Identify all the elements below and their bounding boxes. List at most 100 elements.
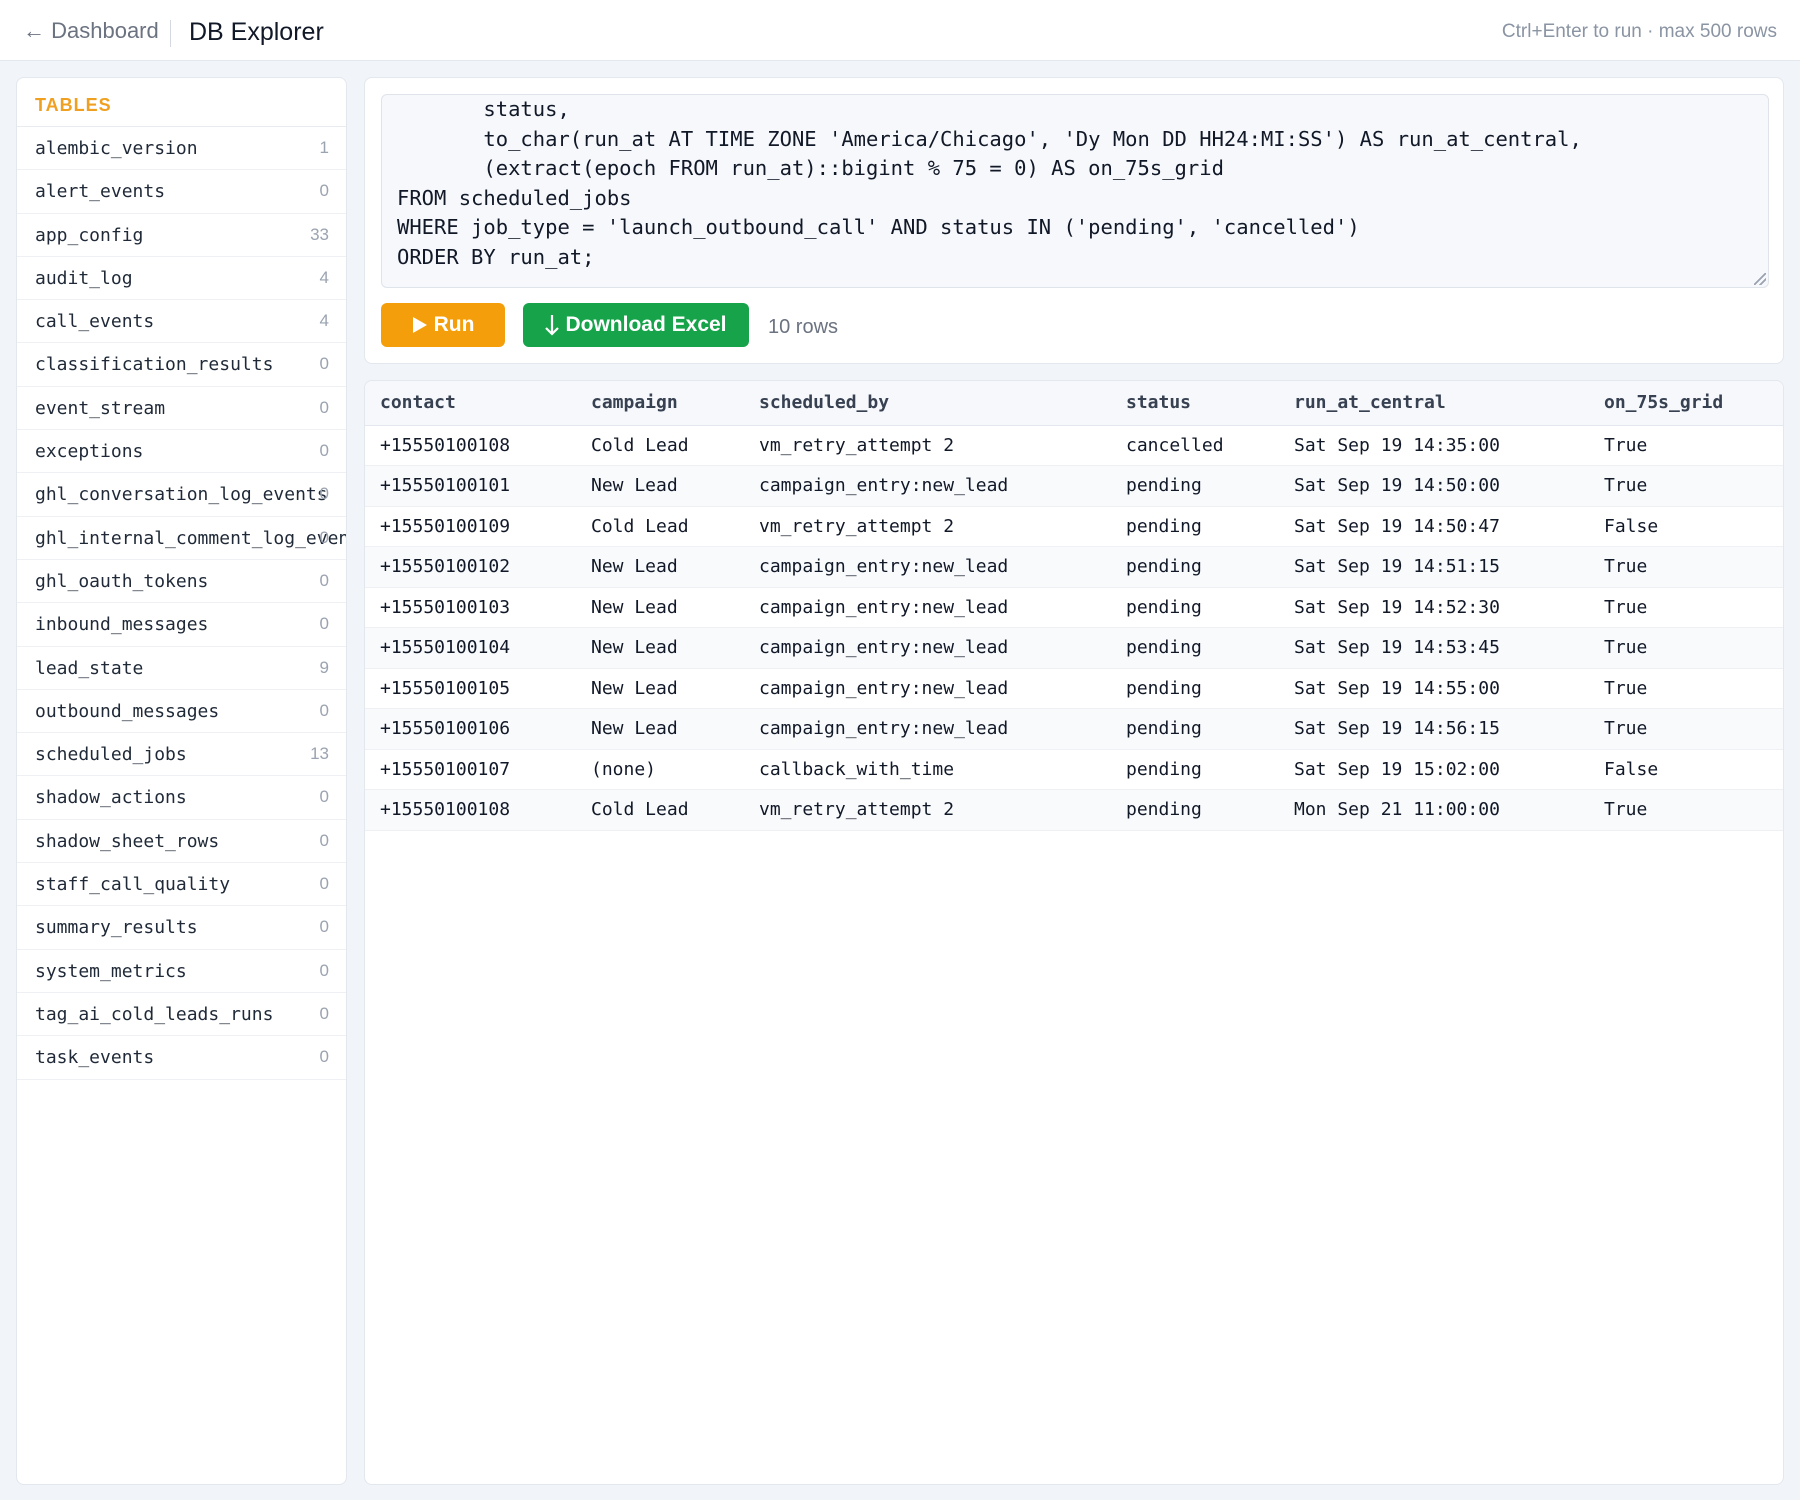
column-header-campaign[interactable]: campaign <box>576 381 744 426</box>
table-row-count: 1 <box>319 138 329 157</box>
cell-contact: +15550100108 <box>365 425 576 466</box>
table-name: system_metrics <box>35 960 187 982</box>
table-row-count: 0 <box>319 354 329 374</box>
table-item-alert-events[interactable]: alert_events 0 <box>17 170 346 214</box>
table-item-ghl-oauth-tokens[interactable]: ghl_oauth_tokens 0 <box>17 560 346 604</box>
cell-run-at-central: Sat Sep 19 14:56:15 <box>1279 708 1589 750</box>
table-name: shadow_actions <box>35 787 187 809</box>
cell-run-at-central: Sat Sep 19 14:50:47 <box>1279 506 1589 547</box>
table-name: classification_results <box>35 354 274 376</box>
table-row-count: 9 <box>319 657 329 677</box>
table-name: lead_state <box>35 657 144 679</box>
table-name: inbound_messages <box>35 614 209 636</box>
column-header-status[interactable]: status <box>1111 381 1279 426</box>
cell-campaign: Cold Lead <box>576 506 744 547</box>
table-item-system-metrics[interactable]: system_metrics 0 <box>17 950 346 993</box>
cell-campaign: New Lead <box>576 465 744 507</box>
sql-line: to_char(run_at AT TIME ZONE 'America/Chi… <box>397 126 1582 151</box>
cell-campaign: New Lead <box>576 668 744 709</box>
table-row-count: 0 <box>319 570 329 590</box>
cell-contact: +15550100102 <box>365 546 576 588</box>
column-header-on-75s-grid[interactable]: on_75s_grid <box>1589 381 1783 426</box>
table-row: +15550100107 (none) callback_with_time pend… <box>365 749 1783 790</box>
cell-scheduled-by: campaign_entry:new_lead <box>744 627 1111 669</box>
cell-status: pending <box>1111 627 1279 669</box>
column-header-run-at-central[interactable]: run_at_central <box>1279 381 1589 426</box>
play-icon <box>412 317 427 333</box>
table-row-count: 0 <box>319 700 329 720</box>
cell-run-at-central: Sat Sep 19 14:35:00 <box>1279 425 1589 466</box>
cell-contact: +15550100101 <box>365 465 576 507</box>
cell-on-75s-grid: True <box>1589 627 1783 669</box>
table-item-classification-results[interactable]: classification_results 0 <box>17 343 346 387</box>
cell-run-at-central: Sat Sep 19 14:50:00 <box>1279 465 1589 507</box>
table-name: app_config <box>35 224 144 246</box>
table-item-event-stream[interactable]: event_stream 0 <box>17 387 346 431</box>
cell-scheduled-by: campaign_entry:new_lead <box>744 587 1111 628</box>
table-item-shadow-sheet-rows[interactable]: shadow_sheet_rows 0 <box>17 820 346 864</box>
table-item-alembic-version[interactable]: alembic_version 1 <box>17 127 346 171</box>
table-name: ghl_internal_comment_log_events <box>35 527 347 549</box>
cell-contact: +15550100105 <box>365 668 576 709</box>
table-row-count: 0 <box>319 441 329 461</box>
table-row: +15550100106 New Lead campaign_entry:new_l… <box>365 708 1783 750</box>
run-button[interactable]: Run <box>381 303 505 347</box>
table-item-ghl-internal-comment-log-events[interactable]: ghl_internal_comment_log_events 0 <box>17 517 346 560</box>
table-item-staff-call-quality[interactable]: staff_call_quality 0 <box>17 863 346 907</box>
table-name: scheduled_jobs <box>35 744 187 766</box>
sql-line: status, <box>397 97 570 121</box>
table-row-count: 0 <box>319 917 329 937</box>
table-item-ghl-conversation-log-events[interactable]: ghl_conversation_log_events 0 <box>17 473 346 517</box>
cell-status: pending <box>1111 587 1279 628</box>
table-name: staff_call_quality <box>35 874 231 896</box>
table-item-shadow-actions[interactable]: shadow_actions 0 <box>17 776 346 820</box>
table-item-lead-state[interactable]: lead_state 9 <box>17 647 346 690</box>
row-count: 10 rows <box>768 316 839 338</box>
cell-on-75s-grid: False <box>1589 506 1783 547</box>
download-button-label: Download Excel <box>565 313 727 336</box>
cell-contact: +15550100108 <box>365 789 576 831</box>
table-item-app-config[interactable]: app_config 33 <box>17 214 346 257</box>
page-title: DB Explorer <box>189 18 324 46</box>
column-header-scheduled-by[interactable]: scheduled_by <box>744 381 1111 426</box>
sql-line: (extract(epoch FROM run_at)::bigint % 75… <box>397 156 1224 180</box>
table-list: alembic_version 1 alert_events 0 app_config 3… <box>17 127 346 1080</box>
sql-editor[interactable]: status, to_char(run_at AT TIME ZONE 'Ame… <box>381 94 1769 288</box>
table-item-outbound-messages[interactable]: outbound_messages 0 <box>17 690 346 734</box>
table-name: call_events <box>35 311 155 333</box>
resize-handle[interactable] <box>1754 273 1766 285</box>
cell-on-75s-grid: True <box>1589 465 1783 507</box>
table-row-count: 0 <box>319 787 329 807</box>
table-row-count: 0 <box>319 1047 329 1067</box>
cell-scheduled-by: campaign_entry:new_lead <box>744 668 1111 709</box>
keyboard-hint: Ctrl+Enter to run · max 500 rows <box>1501 21 1777 42</box>
table-item-summary-results[interactable]: summary_results 0 <box>17 906 346 950</box>
table-row: +15550100102 New Lead campaign_entry:new_l… <box>365 546 1783 588</box>
table-item-call-events[interactable]: call_events 4 <box>17 300 346 344</box>
column-header-contact[interactable]: contact <box>365 381 576 426</box>
cell-scheduled-by: vm_retry_attempt 2 <box>744 789 1111 831</box>
cell-contact: +15550100103 <box>365 587 576 628</box>
table-row: +15550100108 Cold Lead vm_retry_attempt 2c… <box>365 425 1783 466</box>
table-item-scheduled-jobs[interactable]: scheduled_jobs 13 <box>17 733 346 777</box>
table-item-inbound-messages[interactable]: inbound_messages 0 <box>17 603 346 647</box>
table-item-audit-log[interactable]: audit_log 4 <box>17 257 346 301</box>
table-item-tag-ai-cold-leads-runs[interactable]: tag_ai_cold_leads_runs 0 <box>17 993 346 1037</box>
table-row-count: 0 <box>319 1003 329 1023</box>
cell-campaign: Cold Lead <box>576 789 744 831</box>
back-to-dashboard-link[interactable]: ← Dashboard <box>23 18 159 44</box>
download-excel-button[interactable]: Download Excel <box>523 303 749 347</box>
down-arrow-icon <box>545 315 560 336</box>
cell-scheduled-by: campaign_entry:new_lead <box>744 708 1111 750</box>
table-row: +15550100108 Cold Lead vm_retry_attempt 2p… <box>365 789 1783 831</box>
cell-status: pending <box>1111 749 1279 790</box>
table-item-exceptions[interactable]: exceptions 0 <box>17 430 346 474</box>
table-row-count: 4 <box>319 311 329 331</box>
cell-on-75s-grid: True <box>1589 587 1783 628</box>
cell-status: pending <box>1111 546 1279 588</box>
table-name: alert_events <box>35 181 166 203</box>
cell-status: pending <box>1111 465 1279 507</box>
table-item-task-events[interactable]: task_events 0 <box>17 1036 346 1080</box>
sql-line: WHERE job_type = 'launch_outbound_call' … <box>397 215 1360 239</box>
cell-scheduled-by: vm_retry_attempt 2 <box>744 506 1111 547</box>
